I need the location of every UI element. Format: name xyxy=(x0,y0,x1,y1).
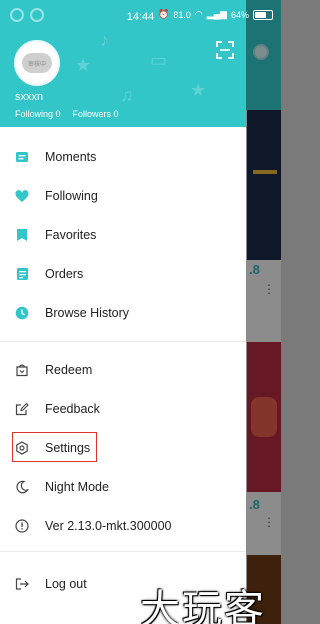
moon-icon xyxy=(14,479,30,495)
followers-count[interactable]: Followers 0 xyxy=(73,109,119,119)
menu-label-following: Following xyxy=(45,189,98,203)
menu-item-feedback[interactable]: Feedback xyxy=(0,391,246,427)
logout-icon xyxy=(14,576,30,592)
battery-percent: 64% xyxy=(230,9,249,20)
follow-stats: Following 0 Followers 0 xyxy=(15,109,119,119)
menu-item-orders[interactable]: Orders xyxy=(0,256,246,292)
username[interactable]: sxxxn xyxy=(15,91,43,103)
settings-highlight-box xyxy=(12,432,97,462)
orders-icon xyxy=(14,266,30,282)
menu-label-moments: Moments xyxy=(45,150,97,164)
menu-label-feedback: Feedback xyxy=(45,402,100,416)
gamepad-icon: ▭ xyxy=(150,50,168,70)
feedback-edit-icon xyxy=(14,401,30,417)
battery-icon xyxy=(253,9,273,20)
menu-label-redeem: Redeem xyxy=(45,363,93,377)
navigation-drawer: ♪ ▭ ★ ♫ ★ 审核中 sxxxn Following 0 Follower… xyxy=(0,0,246,624)
menu-item-favorites[interactable]: Favorites xyxy=(0,217,246,253)
star-icon: ★ xyxy=(75,55,92,75)
star-icon: ★ xyxy=(190,80,207,100)
menu-label-browse-history: Browse History xyxy=(45,306,130,320)
menu-label-orders: Orders xyxy=(45,267,84,281)
menu-divider xyxy=(0,551,246,552)
menu-item-following[interactable]: Following xyxy=(0,178,246,214)
moments-icon xyxy=(14,149,30,165)
info-icon xyxy=(14,518,30,534)
clock-icon xyxy=(14,305,30,321)
gift-bag-icon xyxy=(14,362,30,378)
menu-item-redeem[interactable]: Redeem xyxy=(0,352,246,388)
signal-icon: ▂▄▆ xyxy=(206,9,227,19)
menu-item-moments[interactable]: Moments xyxy=(0,139,246,175)
status-icons: ⏰ 81.0 ◠ ▂▄▆ 64% xyxy=(158,9,273,20)
avatar-review-badge: 审核中 xyxy=(22,53,52,73)
heart-icon xyxy=(14,188,30,204)
wifi-icon: ◠ xyxy=(194,9,203,19)
menu-label-favorites: Favorites xyxy=(45,228,97,242)
music-note-icon: ♪ xyxy=(100,30,109,50)
watermark-logo: 大玩客 xyxy=(140,587,266,624)
menu-item-browse-history[interactable]: Browse History xyxy=(0,295,246,331)
menu-label-version: Ver 2.13.0-mkt.300000 xyxy=(45,519,172,533)
menu-item-version[interactable]: Ver 2.13.0-mkt.300000 xyxy=(0,508,246,544)
alarm-icon: ⏰ xyxy=(158,9,170,19)
music-note-icon: ♫ xyxy=(120,85,134,105)
menu-label-log-out: Log out xyxy=(45,577,87,591)
network-speed: 81.0 xyxy=(173,9,191,20)
menu-item-night-mode[interactable]: Night Mode xyxy=(0,469,246,505)
bookmark-icon xyxy=(14,227,30,243)
menu-divider xyxy=(0,341,246,342)
status-bar: 14:44 ⏰ 81.0 ◠ ▂▄▆ 64% xyxy=(0,0,281,32)
scan-icon[interactable] xyxy=(216,41,234,59)
menu-label-night-mode: Night Mode xyxy=(45,480,109,494)
avatar[interactable]: 审核中 xyxy=(14,40,60,86)
following-count[interactable]: Following 0 xyxy=(15,109,61,119)
